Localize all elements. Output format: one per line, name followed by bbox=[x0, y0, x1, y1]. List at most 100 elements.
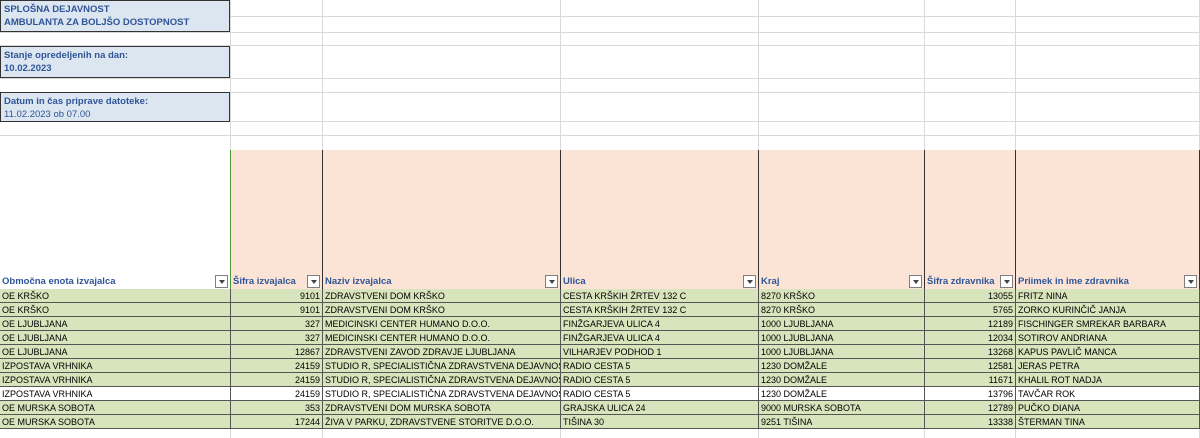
status-date-value: 10.02.2023 bbox=[4, 63, 52, 74]
header-label: Naziv izvajalca bbox=[325, 276, 392, 287]
header-label: Kraj bbox=[761, 276, 780, 287]
cell-obmocna-enota[interactable]: OE MURSKA SOBOTA bbox=[0, 401, 231, 415]
cell-sifra-izvajalca[interactable]: 353 bbox=[231, 401, 323, 415]
header-label: Ulica bbox=[563, 276, 586, 287]
cell-sifra-zdravnika[interactable]: 5765 bbox=[925, 303, 1016, 317]
cell-sifra-izvajalca[interactable]: 17244 bbox=[231, 415, 323, 429]
table-row[interactable]: OE KRŠKO 9101 ZDRAVSTVENI DOM KRŠKO CESTA K… bbox=[0, 303, 1200, 317]
cell-ulica[interactable]: VILHARJEV PODHOD 1 bbox=[561, 345, 759, 359]
table-row[interactable]: OE MURSKA SOBOTA 17244 ŽIVA V PARKU, ZDRAV… bbox=[0, 415, 1200, 429]
header-ulica: Ulica bbox=[561, 150, 759, 289]
cell-obmocna-enota[interactable]: OE KRŠKO bbox=[0, 303, 231, 317]
cell-naziv-izvajalca[interactable]: STUDIO R, SPECIALISTIČNA ZDRAVSTVENA DEJ… bbox=[323, 359, 561, 373]
cell-sifra-izvajalca[interactable]: 327 bbox=[231, 317, 323, 331]
cell-sifra-izvajalca[interactable]: 24159 bbox=[231, 373, 323, 387]
header-naziv-izvajalca: Naziv izvajalca bbox=[323, 150, 561, 289]
cell-kraj[interactable]: 9251 TIŠINA bbox=[759, 415, 925, 429]
cell-sifra-zdravnika[interactable]: 13055 bbox=[925, 289, 1016, 303]
table-row[interactable]: OE LJUBLJANA 327 MEDICINSKI CENTER HUMANO … bbox=[0, 317, 1200, 331]
cell-ulica[interactable]: FINŽGARJEVA ULICA 4 bbox=[561, 317, 759, 331]
cell-sifra-izvajalca[interactable]: 12867 bbox=[231, 345, 323, 359]
table-row[interactable]: IZPOSTAVA VRHNIKA 24159 STUDIO R, SPECIALI… bbox=[0, 359, 1200, 373]
cell-sifra-izvajalca[interactable]: 24159 bbox=[231, 359, 323, 373]
cell-sifra-izvajalca[interactable]: 9101 bbox=[231, 289, 323, 303]
cell-kraj[interactable]: 1000 LJUBLJANA bbox=[759, 317, 925, 331]
header-priimek-ime: Priimek in ime zdravnika bbox=[1016, 150, 1200, 289]
filter-dropdown-icon[interactable] bbox=[307, 275, 320, 288]
cell-ulica[interactable]: TIŠINA 30 bbox=[561, 415, 759, 429]
cell-obmocna-enota[interactable]: IZPOSTAVA VRHNIKA bbox=[0, 387, 231, 401]
cell-naziv-izvajalca[interactable]: ZDRAVSTVENI DOM MURSKA SOBOTA bbox=[323, 401, 561, 415]
cell-obmocna-enota[interactable]: OE KRŠKO bbox=[0, 289, 231, 303]
cell-naziv-izvajalca[interactable]: STUDIO R, SPECIALISTIČNA ZDRAVSTVENA DEJ… bbox=[323, 387, 561, 401]
cell-ulica[interactable]: CESTA KRŠKIH ŽRTEV 132 C bbox=[561, 303, 759, 317]
cell-sifra-izvajalca[interactable]: 9101 bbox=[231, 303, 323, 317]
cell-priimek-ime[interactable]: SOTIROV ANDRIANA bbox=[1016, 331, 1200, 345]
filter-dropdown-icon[interactable] bbox=[1184, 275, 1197, 288]
cell-obmocna-enota[interactable]: OE LJUBLJANA bbox=[0, 317, 231, 331]
cell-priimek-ime[interactable]: TAVČAR ROK bbox=[1016, 387, 1200, 401]
header-label: Priimek in ime zdravnika bbox=[1018, 276, 1129, 287]
cell-sifra-zdravnika[interactable]: 12581 bbox=[925, 359, 1016, 373]
table-row[interactable]: IZPOSTAVA VRHNIKA 24159 STUDIO R, SPECIALI… bbox=[0, 387, 1200, 401]
info-box-status-date: Stanje opredeljenih na dan: 10.02.2023 bbox=[0, 46, 230, 78]
filter-dropdown-icon[interactable] bbox=[909, 275, 922, 288]
cell-sifra-zdravnika[interactable]: 12789 bbox=[925, 401, 1016, 415]
cell-kraj[interactable]: 8270 KRŠKO bbox=[759, 303, 925, 317]
cell-ulica[interactable]: RADIO CESTA 5 bbox=[561, 387, 759, 401]
cell-obmocna-enota[interactable]: OE MURSKA SOBOTA bbox=[0, 415, 231, 429]
header-label: Šifra izvajalca bbox=[233, 276, 296, 287]
cell-obmocna-enota[interactable]: OE LJUBLJANA bbox=[0, 331, 231, 345]
cell-priimek-ime[interactable]: FRITZ NINA bbox=[1016, 289, 1200, 303]
cell-priimek-ime[interactable]: PUČKO DIANA bbox=[1016, 401, 1200, 415]
filter-dropdown-icon[interactable] bbox=[743, 275, 756, 288]
table-row[interactable]: OE LJUBLJANA 12867 ZDRAVSTVENI ZAVOD ZDRAV… bbox=[0, 345, 1200, 359]
filter-dropdown-icon[interactable] bbox=[215, 275, 228, 288]
cell-obmocna-enota[interactable]: IZPOSTAVA VRHNIKA bbox=[0, 373, 231, 387]
cell-obmocna-enota[interactable]: IZPOSTAVA VRHNIKA bbox=[0, 359, 231, 373]
filter-dropdown-icon[interactable] bbox=[545, 275, 558, 288]
cell-sifra-izvajalca[interactable]: 24159 bbox=[231, 387, 323, 401]
cell-priimek-ime[interactable]: ŠTERMAN TINA bbox=[1016, 415, 1200, 429]
info-box-prepared: Datum in čas priprave datoteke: 11.02.20… bbox=[0, 92, 230, 122]
cell-obmocna-enota[interactable]: OE LJUBLJANA bbox=[0, 345, 231, 359]
cell-kraj[interactable]: 8270 KRŠKO bbox=[759, 289, 925, 303]
cell-priimek-ime[interactable]: ZORKO KURINČIČ JANJA bbox=[1016, 303, 1200, 317]
table-row[interactable]: OE LJUBLJANA 327 MEDICINSKI CENTER HUMANO … bbox=[0, 331, 1200, 345]
cell-ulica[interactable]: RADIO CESTA 5 bbox=[561, 373, 759, 387]
cell-ulica[interactable]: CESTA KRŠKIH ŽRTEV 132 C bbox=[561, 289, 759, 303]
filter-dropdown-icon[interactable] bbox=[1000, 275, 1013, 288]
cell-sifra-zdravnika[interactable]: 11671 bbox=[925, 373, 1016, 387]
cell-naziv-izvajalca[interactable]: ŽIVA V PARKU, ZDRAVSTVENE STORITVE D.O.O… bbox=[323, 415, 561, 429]
cell-priimek-ime[interactable]: JERAS PETRA bbox=[1016, 359, 1200, 373]
cell-ulica[interactable]: GRAJSKA ULICA 24 bbox=[561, 401, 759, 415]
cell-ulica[interactable]: RADIO CESTA 5 bbox=[561, 359, 759, 373]
cell-kraj[interactable]: 1000 LJUBLJANA bbox=[759, 331, 925, 345]
cell-naziv-izvajalca[interactable]: MEDICINSKI CENTER HUMANO D.O.O. bbox=[323, 331, 561, 345]
cell-kraj[interactable]: 1230 DOMŽALE bbox=[759, 387, 925, 401]
table-row[interactable]: OE MURSKA SOBOTA 353 ZDRAVSTVENI DOM MURSK… bbox=[0, 401, 1200, 415]
cell-sifra-zdravnika[interactable]: 12189 bbox=[925, 317, 1016, 331]
cell-priimek-ime[interactable]: KAPUS PAVLIČ MANCA bbox=[1016, 345, 1200, 359]
cell-naziv-izvajalca[interactable]: STUDIO R, SPECIALISTIČNA ZDRAVSTVENA DEJ… bbox=[323, 373, 561, 387]
cell-naziv-izvajalca[interactable]: ZDRAVSTVENI ZAVOD ZDRAVJE LJUBLJANA bbox=[323, 345, 561, 359]
info-box-activity: SPLOŠNA DEJAVNOST AMBULANTA ZA BOLJŠO DO… bbox=[0, 0, 230, 32]
cell-priimek-ime[interactable]: FISCHINGER SMREKAR BARBARA bbox=[1016, 317, 1200, 331]
table-row[interactable]: IZPOSTAVA VRHNIKA 24159 STUDIO R, SPECIALI… bbox=[0, 373, 1200, 387]
cell-sifra-izvajalca[interactable]: 327 bbox=[231, 331, 323, 345]
cell-kraj[interactable]: 9000 MURSKA SOBOTA bbox=[759, 401, 925, 415]
cell-naziv-izvajalca[interactable]: ZDRAVSTVENI DOM KRŠKO bbox=[323, 303, 561, 317]
cell-naziv-izvajalca[interactable]: MEDICINSKI CENTER HUMANO D.O.O. bbox=[323, 317, 561, 331]
cell-sifra-zdravnika[interactable]: 13796 bbox=[925, 387, 1016, 401]
table-row[interactable]: OE KRŠKO 9101 ZDRAVSTVENI DOM KRŠKO CESTA K… bbox=[0, 289, 1200, 303]
cell-kraj[interactable]: 1000 LJUBLJANA bbox=[759, 345, 925, 359]
cell-sifra-zdravnika[interactable]: 12034 bbox=[925, 331, 1016, 345]
cell-naziv-izvajalca[interactable]: ZDRAVSTVENI DOM KRŠKO bbox=[323, 289, 561, 303]
cell-sifra-zdravnika[interactable]: 13338 bbox=[925, 415, 1016, 429]
status-date-label: Stanje opredeljenih na dan: bbox=[4, 50, 129, 61]
cell-sifra-zdravnika[interactable]: 13268 bbox=[925, 345, 1016, 359]
cell-kraj[interactable]: 1230 DOMŽALE bbox=[759, 359, 925, 373]
cell-ulica[interactable]: FINŽGARJEVA ULICA 4 bbox=[561, 331, 759, 345]
cell-kraj[interactable]: 1230 DOMŽALE bbox=[759, 373, 925, 387]
cell-priimek-ime[interactable]: KHALIL ROT NADJA bbox=[1016, 373, 1200, 387]
